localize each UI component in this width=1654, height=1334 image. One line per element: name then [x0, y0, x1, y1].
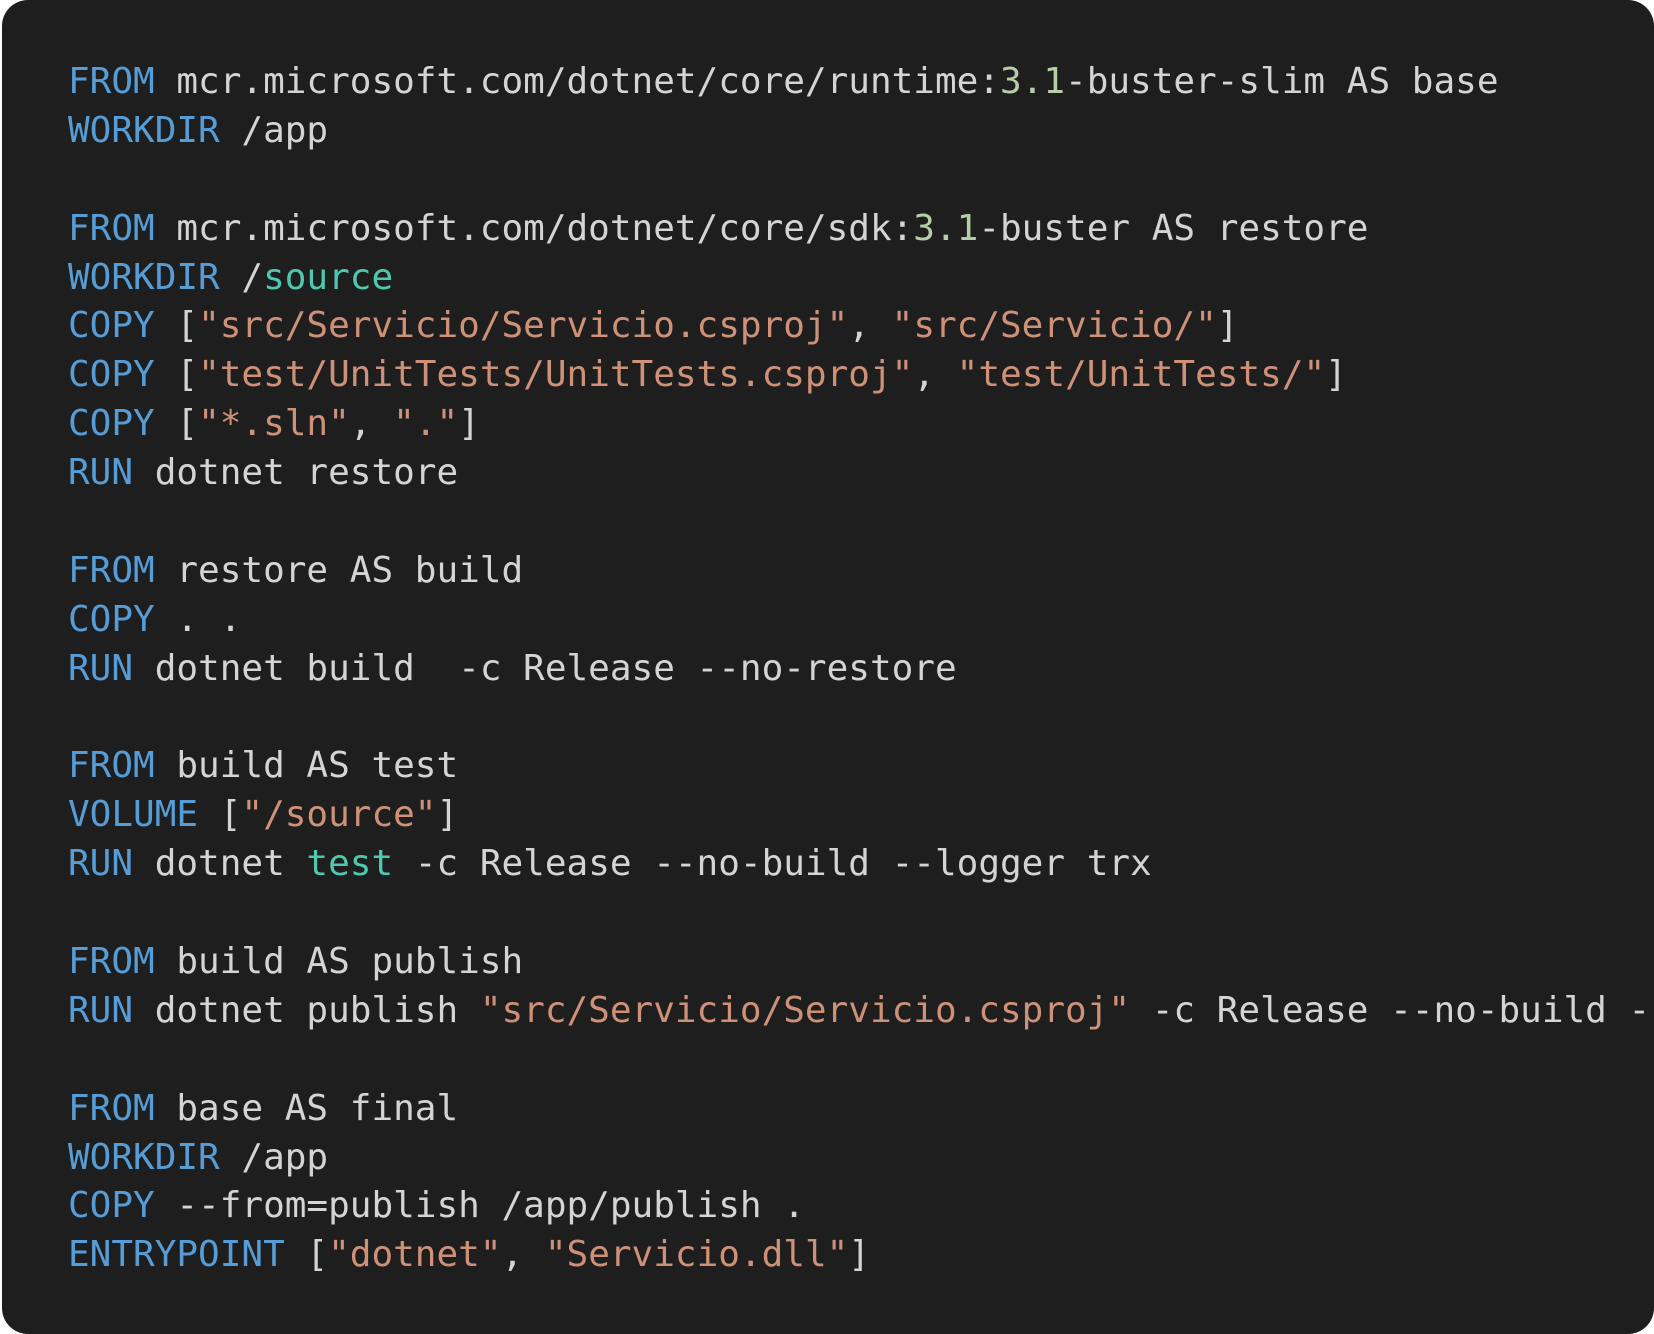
code-line: RUN dotnet restore — [68, 449, 1650, 498]
string-token: "Servicio.dll" — [544, 1234, 849, 1276]
text-token: dotnet — [133, 843, 307, 885]
text-token: -c Release --no-build --logger trx — [393, 843, 1152, 885]
text-token: [ — [198, 794, 242, 836]
text-token: build AS publish — [154, 941, 524, 983]
keyword-token: FROM — [68, 941, 155, 983]
text-token: -buster-slim AS base — [1065, 61, 1499, 102]
text-token: base AS final — [154, 1087, 459, 1129]
string-token: "src/Servicio/Servicio.csproj" — [479, 989, 1131, 1031]
text-token: -c Release --no-build - — [1130, 989, 1651, 1031]
code-line: FROM restore AS build — [68, 547, 1650, 596]
keyword-token: RUN — [68, 647, 134, 689]
text-token: , — [913, 354, 957, 396]
code-line: WORKDIR /app — [68, 107, 1650, 156]
builtin-token: test — [306, 843, 394, 885]
text-token: --from=publish /app/publish . — [154, 1185, 805, 1227]
builtin-token: source — [263, 256, 394, 298]
keyword-token: FROM — [68, 207, 155, 249]
keyword-token: WORKDIR — [68, 256, 220, 298]
code-line: ENTRYPOINT ["dotnet", "Servicio.dll"] — [68, 1231, 1650, 1280]
text-token: , — [848, 305, 892, 347]
text-token: , — [501, 1234, 545, 1276]
keyword-token: FROM — [68, 745, 155, 787]
code-line: RUN dotnet publish "src/Servicio/Servici… — [68, 987, 1650, 1036]
text-token: dotnet build -c Release --no-restore — [133, 647, 957, 689]
keyword-token: RUN — [68, 452, 134, 494]
text-token: [ — [284, 1234, 329, 1276]
text-token: [ — [154, 354, 199, 396]
code-line: COPY ["src/Servicio/Servicio.csproj", "s… — [68, 302, 1650, 351]
code-line: WORKDIR /source — [68, 254, 1650, 303]
code-block: FROM mcr.microsoft.com/dotnet/core/runti… — [2, 0, 1654, 1334]
code-line: WORKDIR /app — [68, 1134, 1650, 1183]
text-token: -buster AS restore — [978, 207, 1369, 249]
keyword-token: WORKDIR — [68, 109, 220, 151]
string-token: "/source" — [241, 794, 437, 836]
text-token: , — [349, 403, 394, 445]
text-token: ] — [848, 1234, 870, 1276]
code-line: COPY . . — [68, 596, 1650, 645]
text-token: ] — [1325, 354, 1347, 396]
code-line: VOLUME ["/source"] — [68, 791, 1650, 840]
text-token: ] — [1216, 305, 1239, 347]
keyword-token: COPY — [68, 1185, 155, 1227]
text-token: / — [219, 256, 264, 298]
code-line: FROM build AS publish — [68, 938, 1650, 987]
code-line: COPY ["*.sln", "."] — [68, 400, 1650, 449]
string-token: "." — [393, 403, 459, 445]
code-line: RUN dotnet build -c Release --no-restore — [68, 645, 1650, 694]
code-line: COPY ["test/UnitTests/UnitTests.csproj",… — [68, 351, 1650, 400]
text-token: /app — [219, 109, 329, 151]
string-token: "dotnet" — [328, 1234, 502, 1276]
string-token: "*.sln" — [198, 403, 350, 445]
text-token: ] — [436, 794, 459, 836]
string-token: "src/Servicio/Servicio.csproj" — [198, 305, 849, 347]
keyword-token: FROM — [68, 61, 155, 102]
code-line: FROM mcr.microsoft.com/dotnet/core/sdk:3… — [68, 205, 1650, 254]
code-line: COPY --from=publish /app/publish . — [68, 1182, 1650, 1231]
text-token: restore AS build — [154, 549, 524, 591]
text-token: [ — [154, 305, 199, 347]
dockerfile-code[interactable]: FROM mcr.microsoft.com/dotnet/core/runti… — [68, 58, 1650, 1280]
keyword-token: FROM — [68, 1087, 155, 1129]
text-token: mcr.microsoft.com/dotnet/core/runtime: — [154, 61, 1000, 102]
text-token: dotnet publish — [133, 989, 480, 1031]
string-token: "src/Servicio/" — [891, 305, 1217, 347]
text-token: mcr.microsoft.com/dotnet/core/sdk: — [154, 207, 914, 249]
keyword-token: WORKDIR — [68, 1136, 220, 1178]
text-token: [ — [154, 403, 199, 445]
keyword-token: VOLUME — [68, 794, 199, 836]
number-token: 3.1 — [999, 61, 1066, 102]
keyword-token: COPY — [68, 305, 155, 347]
string-token: "test/UnitTests/" — [956, 354, 1326, 396]
keyword-token: ENTRYPOINT — [68, 1234, 285, 1276]
code-line: RUN dotnet test -c Release --no-build --… — [68, 840, 1650, 889]
keyword-token: COPY — [68, 354, 155, 396]
text-token: . . — [154, 598, 242, 640]
code-line: FROM mcr.microsoft.com/dotnet/core/runti… — [68, 58, 1650, 107]
code-line: FROM build AS test — [68, 742, 1650, 791]
keyword-token: COPY — [68, 598, 155, 640]
string-token: "test/UnitTests/UnitTests.csproj" — [198, 354, 914, 396]
number-token: 3.1 — [913, 207, 979, 249]
text-token: ] — [458, 403, 480, 445]
keyword-token: RUN — [68, 843, 134, 885]
keyword-token: FROM — [68, 549, 155, 591]
text-token: /app — [219, 1136, 329, 1178]
text-token: build AS test — [154, 745, 459, 787]
text-token: dotnet restore — [133, 452, 459, 494]
keyword-token: RUN — [68, 989, 134, 1031]
keyword-token: COPY — [68, 403, 155, 445]
code-line: FROM base AS final — [68, 1085, 1650, 1134]
